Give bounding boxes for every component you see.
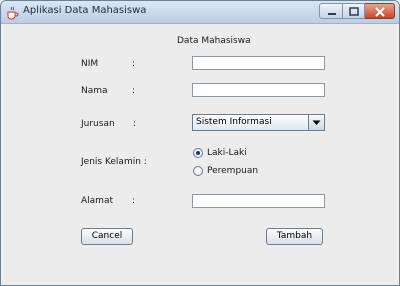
alamat-colon: : bbox=[132, 196, 136, 206]
nim-field[interactable] bbox=[192, 56, 325, 70]
nim-label: NIM bbox=[81, 59, 99, 69]
minimize-icon bbox=[328, 13, 336, 15]
nim-colon: : bbox=[132, 59, 136, 69]
nama-field[interactable] bbox=[192, 83, 325, 97]
jurusan-dropdown-toggle[interactable] bbox=[308, 115, 324, 130]
form-panel: Data Mahasiswa NIM : Nama : Jurusan : Si… bbox=[4, 24, 396, 282]
minimize-button[interactable] bbox=[319, 3, 343, 19]
alamat-field[interactable] bbox=[192, 194, 325, 208]
laki-laki-label[interactable]: Laki-Laki bbox=[207, 148, 247, 158]
jurusan-colon: : bbox=[133, 119, 137, 129]
nama-label: Nama bbox=[81, 86, 108, 96]
nama-colon: : bbox=[132, 86, 136, 96]
maximize-button[interactable] bbox=[343, 3, 365, 19]
laki-laki-radio[interactable] bbox=[193, 148, 203, 158]
close-icon bbox=[375, 7, 385, 17]
jurusan-label: Jurusan bbox=[81, 119, 115, 129]
radio-selected-dot bbox=[196, 151, 200, 155]
jenis-kelamin-label: Jenis Kelamin : bbox=[81, 157, 147, 167]
alamat-label: Alamat bbox=[81, 196, 113, 206]
perempuan-label[interactable]: Perempuan bbox=[207, 166, 258, 176]
cancel-button[interactable]: Cancel bbox=[81, 228, 133, 245]
jurusan-dropdown[interactable]: Sistem Informasi bbox=[192, 114, 325, 131]
jurusan-selected: Sistem Informasi bbox=[196, 117, 272, 127]
form-heading: Data Mahasiswa bbox=[177, 36, 251, 46]
maximize-icon bbox=[349, 7, 359, 16]
tambah-button[interactable]: Tambah bbox=[266, 228, 323, 245]
perempuan-radio[interactable] bbox=[193, 166, 203, 176]
close-button[interactable] bbox=[365, 3, 395, 19]
java-cup-icon bbox=[5, 5, 19, 20]
title-bar[interactable]: Aplikasi Data Mahasiswa bbox=[1, 1, 399, 24]
app-window: Aplikasi Data Mahasiswa Data Mahasiswa N… bbox=[0, 0, 400, 286]
chevron-down-icon bbox=[312, 120, 321, 125]
window-title: Aplikasi Data Mahasiswa bbox=[23, 5, 147, 16]
